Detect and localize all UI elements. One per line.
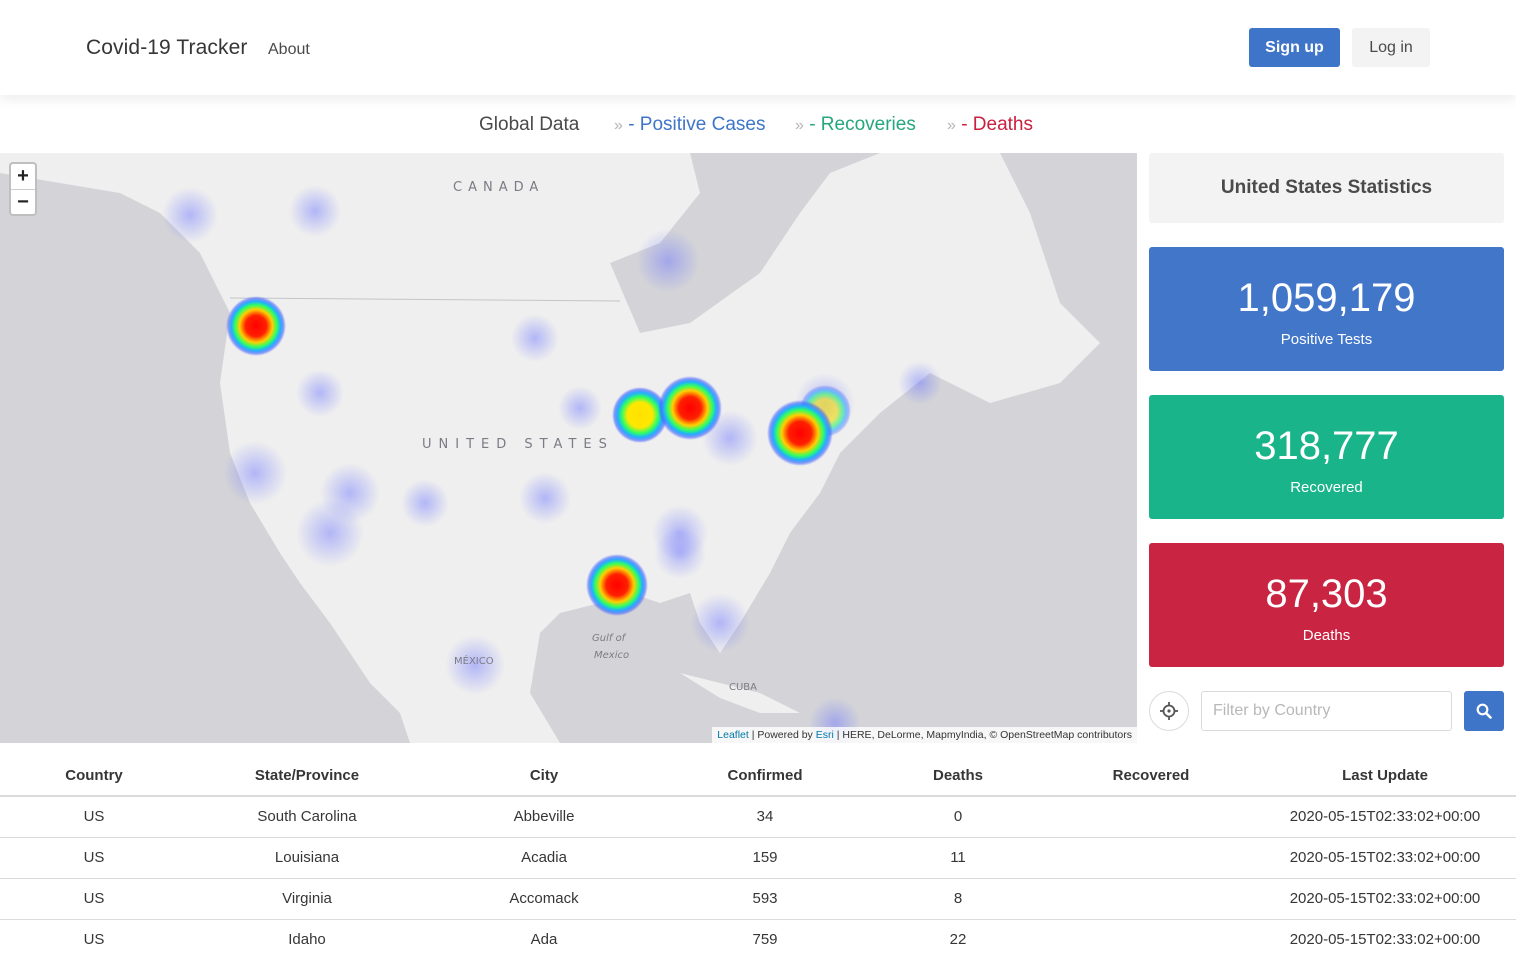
cell-last-update: 2020-05-15T02:33:02+00:00 [1254, 796, 1516, 838]
map-label-united-states: UNITED STATES [422, 437, 614, 452]
cell-deaths: 8 [868, 878, 1048, 920]
cell-deaths: 0 [868, 796, 1048, 838]
header-deaths[interactable]: Deaths [868, 755, 1048, 797]
cell-country: US [0, 837, 188, 879]
positive-tests-label: Positive Tests [1280, 331, 1373, 348]
cell-deaths: 22 [868, 919, 1048, 955]
search-icon [1476, 703, 1492, 719]
login-button[interactable]: Log in [1352, 28, 1430, 67]
tab-recoveries-label: - Recoveries [809, 114, 916, 135]
data-tabs: Global Data » - Positive Cases » - Recov… [0, 110, 1516, 142]
cell-recovered [1048, 919, 1254, 955]
cell-confirmed: 759 [662, 919, 868, 955]
tab-positive-label: - Positive Cases [628, 114, 766, 135]
attribution-rest: | HERE, DeLorme, MapmyIndia, © OpenStree… [833, 729, 1132, 741]
header-recovered[interactable]: Recovered [1048, 755, 1254, 797]
tab-deaths-label: - Deaths [961, 114, 1033, 135]
signup-button[interactable]: Sign up [1249, 28, 1340, 67]
table-row[interactable]: US South Carolina Abbeville 34 0 2020-05… [0, 796, 1516, 838]
heatmap-map[interactable]: + − CANADA UNITED STATES MÉXICO Gulf of … [0, 153, 1137, 743]
header-confirmed[interactable]: Confirmed [662, 755, 868, 797]
map-label-canada: CANADA [453, 180, 545, 195]
deaths-card: 87,303 Deaths [1149, 543, 1504, 667]
cell-state: Louisiana [188, 837, 426, 879]
cell-last-update: 2020-05-15T02:33:02+00:00 [1254, 919, 1516, 955]
stats-title: United States Statistics [1149, 153, 1504, 223]
country-filter-input[interactable] [1201, 691, 1452, 731]
cell-recovered [1048, 878, 1254, 920]
recovered-label: Recovered [1290, 479, 1363, 496]
header-country[interactable]: Country [0, 755, 188, 797]
header-city[interactable]: City [426, 755, 662, 797]
cell-recovered [1048, 837, 1254, 879]
nav-about-link[interactable]: About [268, 41, 310, 59]
cell-recovered [1048, 796, 1254, 838]
cell-state: South Carolina [188, 796, 426, 838]
cell-last-update: 2020-05-15T02:33:02+00:00 [1254, 878, 1516, 920]
separator: » [795, 117, 804, 134]
cell-last-update: 2020-05-15T02:33:02+00:00 [1254, 837, 1516, 879]
tab-positive-cases[interactable]: » - Positive Cases [614, 114, 765, 136]
leaflet-link[interactable]: Leaflet [717, 729, 749, 741]
cell-country: US [0, 796, 188, 838]
zoom-control: + − [9, 162, 37, 216]
deaths-label: Deaths [1302, 627, 1351, 644]
positive-tests-card: 1,059,179 Positive Tests [1149, 247, 1504, 371]
map-label-mexico: MÉXICO [454, 656, 494, 667]
table-row[interactable]: US Louisiana Acadia 159 11 2020-05-15T02… [0, 837, 1516, 879]
cell-confirmed: 34 [662, 796, 868, 838]
crosshair-icon [1160, 702, 1178, 720]
map-label-gulf: Gulf of [592, 633, 626, 644]
header-state[interactable]: State/Province [188, 755, 426, 797]
cases-table: Country State/Province City Confirmed De… [0, 755, 1516, 955]
cell-country: US [0, 878, 188, 920]
cell-confirmed: 159 [662, 837, 868, 879]
separator: » [947, 117, 956, 134]
table-row[interactable]: US Idaho Ada 759 22 2020-05-15T02:33:02+… [0, 919, 1516, 955]
cell-city: Ada [426, 919, 662, 955]
search-button[interactable] [1464, 691, 1504, 731]
esri-link[interactable]: Esri [816, 729, 834, 741]
tab-deaths[interactable]: » - Deaths [947, 114, 1033, 136]
cell-city: Acadia [426, 837, 662, 879]
deaths-value: 87,303 [1265, 572, 1388, 616]
cell-state: Virginia [188, 878, 426, 920]
locate-button[interactable] [1149, 691, 1189, 731]
separator: » [614, 117, 623, 134]
attribution-powered: | Powered by [748, 729, 816, 741]
tab-global-data[interactable]: Global Data [479, 114, 579, 136]
map-attribution: Leaflet | Powered by Esri | HERE, DeLorm… [712, 727, 1137, 743]
cell-confirmed: 593 [662, 878, 868, 920]
cell-deaths: 11 [868, 837, 1048, 879]
cell-city: Accomack [426, 878, 662, 920]
table-header-row: Country State/Province City Confirmed De… [0, 755, 1516, 797]
zoom-in-button[interactable]: + [11, 164, 35, 189]
recovered-card: 318,777 Recovered [1149, 395, 1504, 519]
cell-city: Abbeville [426, 796, 662, 838]
map-label-cuba: CUBA [729, 682, 758, 693]
brand-title[interactable]: Covid-19 Tracker [86, 36, 248, 60]
map-label-gulf-2: Mexico [594, 650, 630, 661]
recovered-value: 318,777 [1254, 424, 1399, 468]
header-last-update[interactable]: Last Update [1254, 755, 1516, 797]
cell-country: US [0, 919, 188, 955]
navbar: Covid-19 Tracker About Sign up Log in [0, 0, 1516, 95]
cell-state: Idaho [188, 919, 426, 955]
zoom-out-button[interactable]: − [11, 189, 35, 214]
table-row[interactable]: US Virginia Accomack 593 8 2020-05-15T02… [0, 878, 1516, 920]
positive-tests-value: 1,059,179 [1237, 276, 1416, 320]
tab-recoveries[interactable]: » - Recoveries [795, 114, 916, 136]
